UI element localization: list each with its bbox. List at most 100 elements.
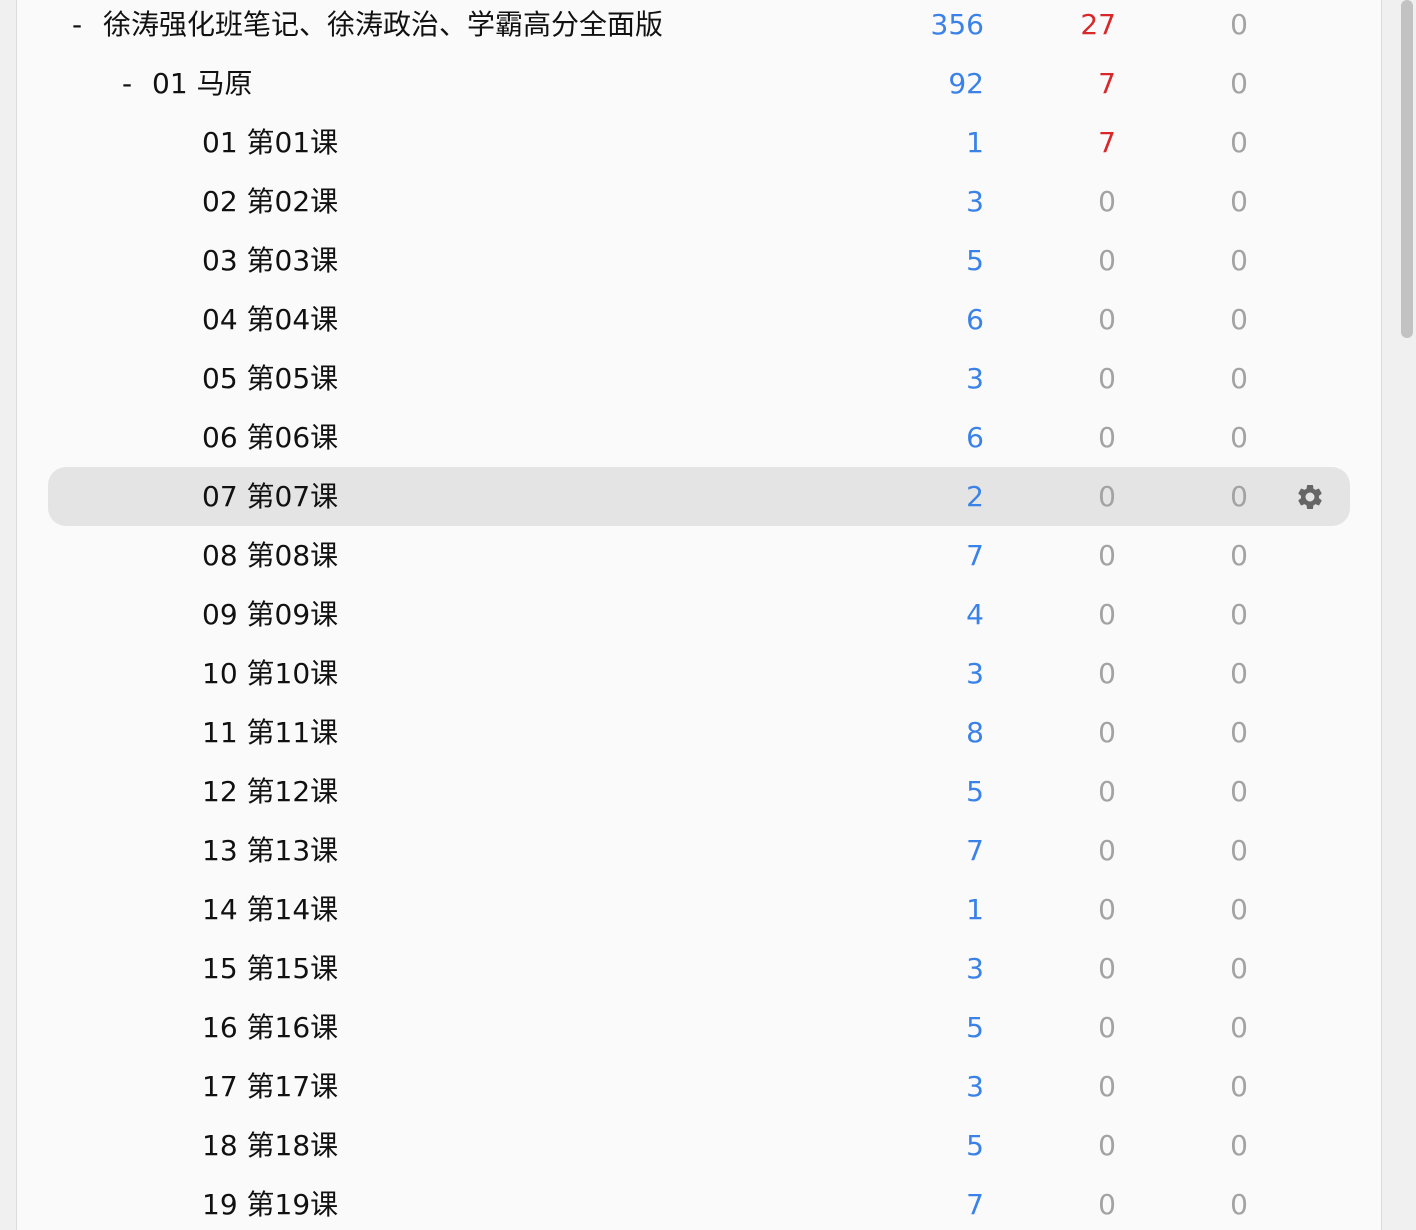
deck-row[interactable]: 09 第09课 4 0 0 xyxy=(48,585,1350,644)
due-count: 0 xyxy=(1230,598,1248,631)
due-count: 0 xyxy=(1230,1188,1248,1221)
learn-count: 0 xyxy=(1098,834,1116,867)
due-count: 0 xyxy=(1230,421,1248,454)
learn-count: 0 xyxy=(1098,244,1116,277)
learn-count: 27 xyxy=(1080,8,1116,41)
scrollbar-thumb[interactable] xyxy=(1401,0,1413,338)
due-count: 0 xyxy=(1230,362,1248,395)
deck-name[interactable]: 17 第17课 xyxy=(202,1057,338,1116)
deck-row-subdeck[interactable]: -01 马原 92 7 0 xyxy=(48,54,1350,113)
learn-count: 0 xyxy=(1098,185,1116,218)
deck-name[interactable]: 04 第04课 xyxy=(202,290,338,349)
deck-row[interactable]: 04 第04课 6 0 0 xyxy=(48,290,1350,349)
deck-name[interactable]: 15 第15课 xyxy=(202,939,338,998)
deck-name[interactable]: 01 第01课 xyxy=(202,113,338,172)
deck-name[interactable]: 09 第09课 xyxy=(202,585,338,644)
learn-count: 7 xyxy=(1098,126,1116,159)
deck-name[interactable]: 02 第02课 xyxy=(202,172,338,231)
new-count: 7 xyxy=(966,539,984,572)
deck-row[interactable]: 15 第15课 3 0 0 xyxy=(48,939,1350,998)
learn-count: 0 xyxy=(1098,421,1116,454)
deck-row[interactable]: 17 第17课 3 0 0 xyxy=(48,1057,1350,1116)
collapse-toggle[interactable]: - xyxy=(72,0,82,54)
due-count: 0 xyxy=(1230,1129,1248,1162)
deck-row[interactable]: 03 第03课 5 0 0 xyxy=(48,231,1350,290)
deck-name[interactable]: 13 第13课 xyxy=(202,821,338,880)
due-count: 0 xyxy=(1230,952,1248,985)
deck-row[interactable]: 02 第02课 3 0 0 xyxy=(48,172,1350,231)
deck-name[interactable]: 14 第14课 xyxy=(202,880,338,939)
new-count: 1 xyxy=(966,893,984,926)
new-count: 5 xyxy=(966,244,984,277)
deck-row-parent[interactable]: - 徐涛强化班笔记、徐涛政治、学霸高分全面版 356 27 0 xyxy=(48,0,1350,54)
deck-name[interactable]: 05 第05课 xyxy=(202,349,338,408)
new-count: 3 xyxy=(966,657,984,690)
deck-row[interactable]: 12 第12课 5 0 0 xyxy=(48,762,1350,821)
deck-row[interactable]: 16 第16课 5 0 0 xyxy=(48,998,1350,1057)
new-count: 356 xyxy=(930,8,984,41)
new-count: 8 xyxy=(966,716,984,749)
new-count: 4 xyxy=(966,598,984,631)
deck-row[interactable]: 01 第01课 1 7 0 xyxy=(48,113,1350,172)
due-count: 0 xyxy=(1230,126,1248,159)
learn-count: 7 xyxy=(1098,67,1116,100)
new-count: 3 xyxy=(966,1070,984,1103)
deck-name[interactable]: 08 第08课 xyxy=(202,526,338,585)
new-count: 7 xyxy=(966,834,984,867)
deck-name[interactable]: 06 第06课 xyxy=(202,408,338,467)
new-count: 92 xyxy=(948,67,984,100)
deck-row[interactable]: 13 第13课 7 0 0 xyxy=(48,821,1350,880)
deck-row[interactable]: 07 第07课 2 0 0 xyxy=(48,467,1350,526)
deck-row[interactable]: 14 第14课 1 0 0 xyxy=(48,880,1350,939)
deck-row[interactable]: 11 第11课 8 0 0 xyxy=(48,703,1350,762)
deck-name[interactable]: 01 马原 xyxy=(152,54,253,113)
deck-name[interactable]: 12 第12课 xyxy=(202,762,338,821)
vertical-scrollbar[interactable] xyxy=(1398,0,1416,1230)
deck-name[interactable]: 徐涛强化班笔记、徐涛政治、学霸高分全面版 xyxy=(103,0,663,54)
new-count: 5 xyxy=(966,775,984,808)
due-count: 0 xyxy=(1230,185,1248,218)
due-count: 0 xyxy=(1230,1070,1248,1103)
learn-count: 0 xyxy=(1098,1011,1116,1044)
gear-icon[interactable] xyxy=(1295,482,1325,512)
deck-row[interactable]: 05 第05课 3 0 0 xyxy=(48,349,1350,408)
due-count: 0 xyxy=(1230,8,1248,41)
due-count: 0 xyxy=(1230,539,1248,572)
learn-count: 0 xyxy=(1098,303,1116,336)
due-count: 0 xyxy=(1230,1011,1248,1044)
deck-name[interactable]: 07 第07课 xyxy=(202,467,338,526)
learn-count: 0 xyxy=(1098,362,1116,395)
deck-row[interactable]: 08 第08课 7 0 0 xyxy=(48,526,1350,585)
collapse-toggle[interactable]: - xyxy=(122,54,132,113)
due-count: 0 xyxy=(1230,775,1248,808)
due-count: 0 xyxy=(1230,893,1248,926)
deck-row[interactable]: 19 第19课 7 0 0 xyxy=(48,1175,1350,1230)
due-count: 0 xyxy=(1230,67,1248,100)
deck-row[interactable]: 06 第06课 6 0 0 xyxy=(48,408,1350,467)
learn-count: 0 xyxy=(1098,1129,1116,1162)
deck-name[interactable]: 11 第11课 xyxy=(202,703,338,762)
new-count: 3 xyxy=(966,362,984,395)
deck-row[interactable]: 10 第10课 3 0 0 xyxy=(48,644,1350,703)
learn-count: 0 xyxy=(1098,539,1116,572)
deck-row[interactable]: 18 第18课 5 0 0 xyxy=(48,1116,1350,1175)
due-count: 0 xyxy=(1230,657,1248,690)
new-count: 7 xyxy=(966,1188,984,1221)
deck-name[interactable]: 10 第10课 xyxy=(202,644,338,703)
due-count: 0 xyxy=(1230,716,1248,749)
new-count: 3 xyxy=(966,185,984,218)
new-count: 6 xyxy=(966,303,984,336)
learn-count: 0 xyxy=(1098,775,1116,808)
due-count: 0 xyxy=(1230,303,1248,336)
deck-name[interactable]: 16 第16课 xyxy=(202,998,338,1057)
deck-name[interactable]: 03 第03课 xyxy=(202,231,338,290)
learn-count: 0 xyxy=(1098,598,1116,631)
new-count: 2 xyxy=(966,480,984,513)
deck-name[interactable]: 19 第19课 xyxy=(202,1175,338,1230)
learn-count: 0 xyxy=(1098,893,1116,926)
new-count: 1 xyxy=(966,126,984,159)
new-count: 6 xyxy=(966,421,984,454)
new-count: 5 xyxy=(966,1011,984,1044)
deck-name[interactable]: 18 第18课 xyxy=(202,1116,338,1175)
due-count: 0 xyxy=(1230,480,1248,513)
